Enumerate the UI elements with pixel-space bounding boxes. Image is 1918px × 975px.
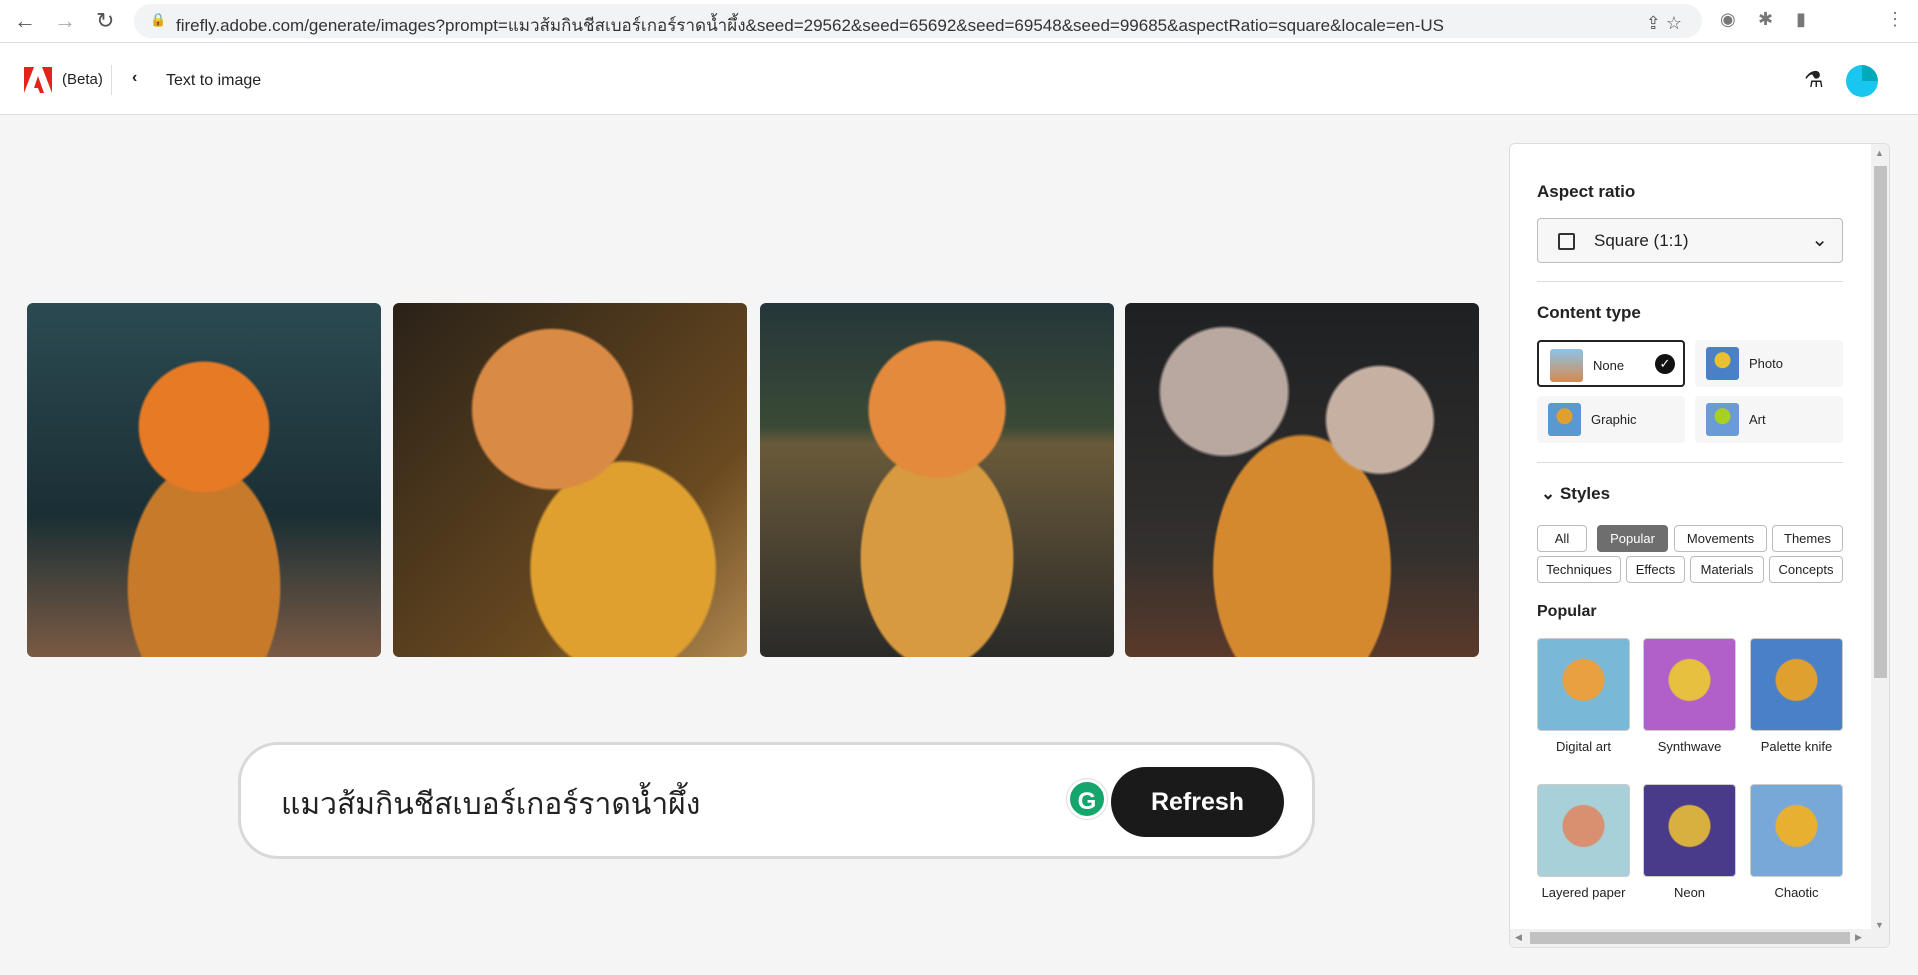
scroll-left-icon[interactable]: ◀ [1515, 932, 1522, 943]
content-type-none[interactable]: None ✓ [1537, 340, 1685, 387]
chip-popular[interactable]: Popular [1597, 525, 1668, 552]
balloon-thumbnail [1706, 347, 1739, 380]
generated-image-1[interactable] [27, 303, 381, 657]
content-type-art[interactable]: Art [1695, 396, 1843, 443]
style-thumbnail [1750, 784, 1843, 877]
styles-toggle[interactable]: ⌄ Styles [1541, 484, 1610, 504]
vertical-scrollbar[interactable]: ▲ ▼ [1871, 144, 1889, 934]
square-icon [1558, 233, 1575, 250]
divider [1537, 462, 1843, 463]
style-label: Layered paper [1541, 885, 1626, 900]
share-bookmark-icons[interactable]: ⇪ ☆ [1646, 13, 1682, 34]
divider [111, 65, 112, 95]
style-label: Synthwave [1657, 739, 1722, 754]
style-neon[interactable]: Neon [1643, 784, 1736, 900]
chip-movements[interactable]: Movements [1674, 525, 1767, 552]
style-synthwave[interactable]: Synthwave [1643, 638, 1736, 754]
back-icon[interactable]: ← [14, 8, 36, 34]
browser-toolbar: ← → ↻ 🔒 firefly.adobe.com/generate/image… [0, 0, 1918, 43]
content-type-label: Photo [1749, 356, 1783, 371]
style-thumbnail [1537, 638, 1630, 731]
grammarly-icon[interactable]: G [1067, 779, 1107, 819]
address-bar[interactable]: 🔒 firefly.adobe.com/generate/images?prom… [134, 4, 1702, 38]
style-layered-paper[interactable]: Layered paper [1537, 784, 1630, 900]
style-label: Digital art [1556, 739, 1611, 754]
beta-label: (Beta) [62, 71, 103, 88]
chip-techniques[interactable]: Techniques [1537, 556, 1621, 583]
chip-themes[interactable]: Themes [1772, 525, 1843, 552]
page-title: Text to image [166, 72, 262, 89]
adobe-logo-icon[interactable] [24, 67, 52, 93]
aspect-ratio-select[interactable]: Square (1:1) ⌄ [1537, 218, 1843, 263]
scroll-up-icon[interactable]: ▲ [1875, 148, 1884, 158]
scrollbar-thumb[interactable] [1874, 166, 1887, 678]
refresh-button[interactable]: Refresh [1111, 767, 1284, 837]
prompt-input[interactable]: แมวส้มกินชีสเบอร์เกอร์ราดน้ำผึ้ง G Refre… [238, 742, 1315, 859]
checkmark-icon: ✓ [1655, 354, 1675, 374]
extensions-icon[interactable]: ✱ [1758, 9, 1773, 30]
style-label: Palette knife [1760, 739, 1833, 754]
menu-icon[interactable]: ⋮ [1886, 9, 1904, 30]
content-type-label: Graphic [1591, 412, 1637, 427]
app-header: (Beta) ‹ Text to image ⚗ [0, 43, 1918, 115]
avatar[interactable] [1846, 65, 1878, 97]
chip-materials[interactable]: Materials [1690, 556, 1764, 583]
aspect-ratio-heading: Aspect ratio [1537, 182, 1636, 201]
style-digital-art[interactable]: Digital art [1537, 638, 1630, 754]
chip-concepts[interactable]: Concepts [1769, 556, 1843, 583]
popular-heading: Popular [1537, 603, 1597, 620]
back-chevron-icon[interactable]: ‹ [132, 69, 137, 87]
forward-icon[interactable]: → [54, 8, 76, 34]
style-label: Neon [1673, 885, 1706, 900]
lock-icon: 🔒 [150, 12, 167, 27]
styles-heading: Styles [1559, 484, 1611, 503]
balloon-thumbnail [1550, 349, 1583, 382]
chevron-down-icon: ⌄ [1541, 484, 1560, 503]
aspect-ratio-value: Square (1:1) [1594, 231, 1689, 250]
horizontal-scrollbar[interactable]: ◀ ▶ [1510, 929, 1889, 947]
scroll-right-icon[interactable]: ▶ [1855, 932, 1862, 943]
style-label: Chaotic [1774, 885, 1819, 900]
balloon-thumbnail [1706, 403, 1739, 436]
content-type-label: None [1593, 358, 1625, 373]
generated-image-2[interactable] [393, 303, 747, 657]
style-chaotic[interactable]: Chaotic [1750, 784, 1843, 900]
scrollbar-thumb[interactable] [1530, 932, 1850, 944]
style-thumbnail [1750, 638, 1843, 731]
url-text: firefly.adobe.com/generate/images?prompt… [176, 16, 1444, 35]
sidebar-icon[interactable]: ▮ [1796, 9, 1806, 30]
content-type-photo[interactable]: Photo [1695, 340, 1843, 387]
generated-image-3[interactable] [760, 303, 1114, 657]
style-thumbnail [1643, 638, 1736, 731]
style-thumbnail [1537, 784, 1630, 877]
chip-all[interactable]: All [1537, 525, 1587, 552]
style-palette-knife[interactable]: Palette knife [1750, 638, 1843, 754]
content-type-heading: Content type [1537, 303, 1641, 322]
content-type-graphic[interactable]: Graphic [1537, 396, 1685, 443]
chevron-down-icon: ⌄ [1811, 229, 1828, 251]
prompt-text[interactable]: แมวส้มกินชีสเบอร์เกอร์ราดน้ำผึ้ง [281, 781, 700, 828]
reload-icon[interactable]: ↻ [96, 8, 114, 34]
settings-panel: Aspect ratio Square (1:1) ⌄ Content type… [1509, 143, 1890, 948]
style-thumbnail [1643, 784, 1736, 877]
balloon-thumbnail [1548, 403, 1581, 436]
flask-icon[interactable]: ⚗ [1804, 67, 1824, 93]
chip-effects[interactable]: Effects [1626, 556, 1685, 583]
generated-image-4[interactable] [1125, 303, 1479, 657]
divider [1537, 281, 1843, 282]
camera-icon[interactable]: ◉ [1720, 9, 1736, 30]
content-type-label: Art [1749, 412, 1766, 427]
